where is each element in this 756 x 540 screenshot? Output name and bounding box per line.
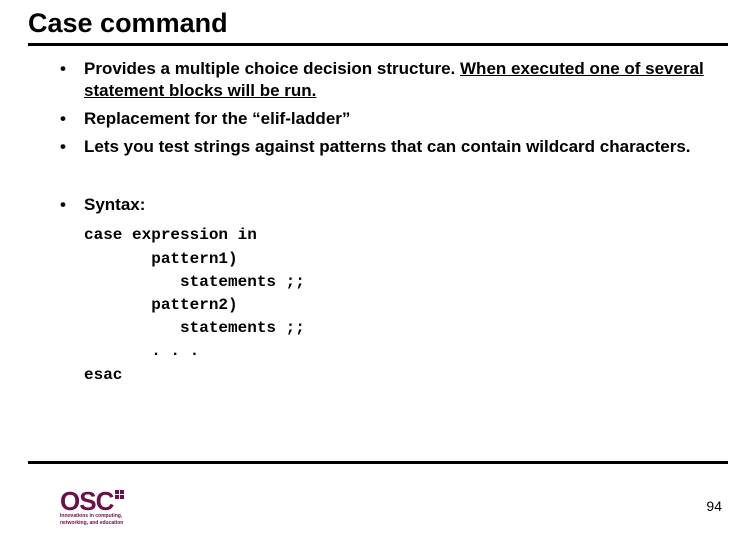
logo-squares-icon xyxy=(115,490,124,499)
title-rule xyxy=(28,43,728,46)
logo-subtitle-line1: Innovations in computing, xyxy=(60,514,140,520)
bullet-item: Replacement for the “elif-ladder” xyxy=(56,108,708,130)
logo-text: OSC xyxy=(60,490,113,513)
bullet-text-prefix: Provides a multiple choice decision stru… xyxy=(84,59,460,78)
bullet-item-syntax: Syntax: xyxy=(56,194,708,216)
content-area: Provides a multiple choice decision stru… xyxy=(28,58,728,387)
bullet-item: Lets you test strings against patterns t… xyxy=(56,136,708,158)
bullet-list-2: Syntax: xyxy=(56,194,708,216)
page-number: 94 xyxy=(706,498,722,514)
logo-mark: OSC xyxy=(60,490,140,513)
footer-rule xyxy=(28,461,728,464)
code-block: case expression in pattern1) statements … xyxy=(84,224,708,386)
syntax-label: Syntax: xyxy=(84,195,145,214)
logo-subtitle-line2: networking, and education xyxy=(60,521,140,527)
osc-logo: OSC Innovations in computing, networking… xyxy=(60,490,140,526)
bullet-item: Provides a multiple choice decision stru… xyxy=(56,58,708,102)
slide-title: Case command xyxy=(28,8,728,41)
bullet-list-1: Provides a multiple choice decision stru… xyxy=(56,58,708,158)
